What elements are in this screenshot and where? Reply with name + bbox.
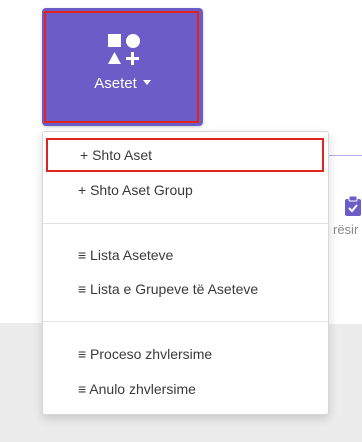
menu-item-label: ≡ Proceso zhvlersime	[78, 346, 213, 362]
menu-item-process-depreciation[interactable]: ≡ Proceso zhvlersime	[43, 339, 328, 369]
highlight-frame	[44, 11, 199, 123]
menu-item-asset-group-list[interactable]: ≡ Lista e Grupeve të Aseteve	[43, 274, 328, 304]
assets-button-label-wrap: Asetet	[42, 75, 203, 92]
caret-down-icon	[142, 79, 151, 85]
menu-item-label: + Shto Aset	[80, 147, 152, 163]
assets-button-label: Asetet	[94, 75, 137, 92]
assets-dropdown-menu: + Shto Aset + Shto Aset Group ≡ Lista As…	[42, 131, 329, 415]
menu-item-asset-list[interactable]: ≡ Lista Aseteve	[43, 240, 328, 270]
menu-item-add-asset[interactable]: + Shto Aset	[46, 138, 324, 172]
menu-item-cancel-depreciation[interactable]: ≡ Anulo zhvlersime	[43, 374, 328, 404]
menu-item-label: + Shto Aset Group	[78, 182, 193, 198]
menu-divider	[43, 321, 328, 322]
clipboard-check-icon	[345, 196, 361, 216]
menu-item-add-asset-group[interactable]: + Shto Aset Group	[43, 175, 328, 205]
menu-divider	[43, 223, 328, 224]
shapes-icon	[108, 34, 140, 65]
menu-item-label: ≡ Lista Aseteve	[78, 247, 174, 263]
menu-item-label: ≡ Anulo zhvlersime	[78, 381, 196, 397]
card-label: rësir	[333, 222, 359, 237]
menu-item-label: ≡ Lista e Grupeve të Aseteve	[78, 281, 259, 297]
assets-dropdown-button[interactable]: Asetet	[42, 8, 203, 126]
